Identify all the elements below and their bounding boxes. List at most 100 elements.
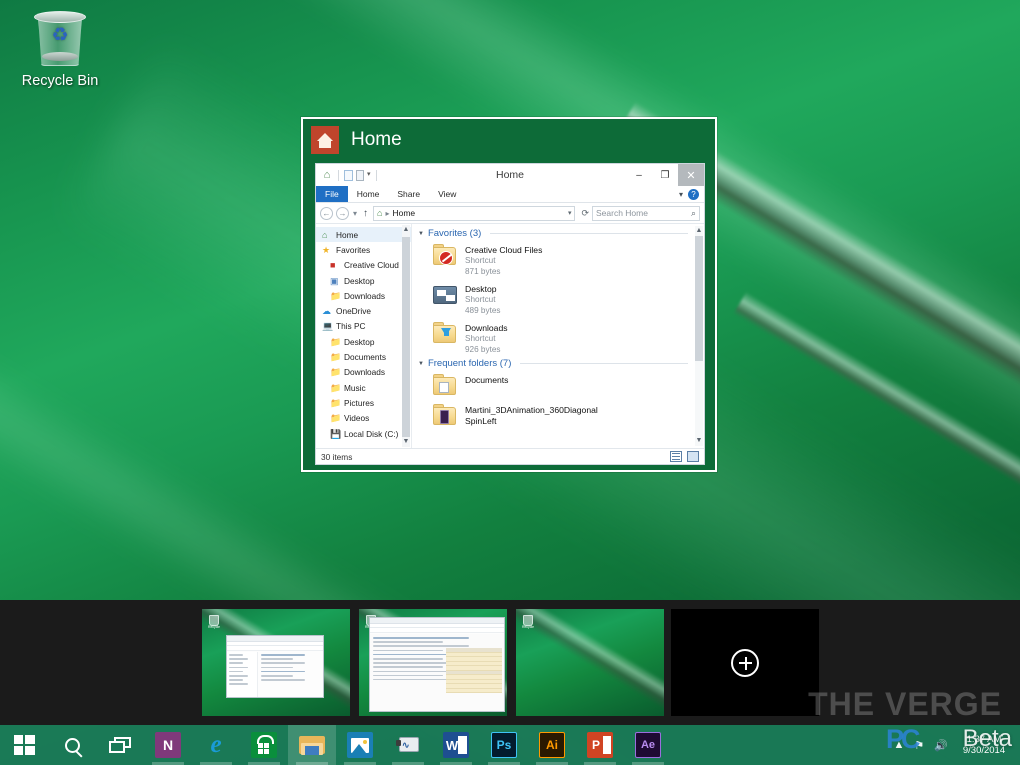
refresh-icon[interactable]: ⟳	[578, 208, 589, 219]
home-icon[interactable]: ⌂	[321, 169, 333, 181]
address-bar[interactable]: ← → ▾ ↑ ⌂ ▸ Home ▾ ⟳ Search Home ⌕	[316, 203, 704, 223]
ribbon-tabs[interactable]: File Home Share View ▾ ?	[316, 186, 704, 203]
caret-down-icon[interactable]: ▼	[402, 437, 410, 447]
nav-item-home[interactable]: ⌂ Home	[316, 227, 411, 242]
caret-up-icon[interactable]: ▲	[402, 225, 410, 235]
properties-icon[interactable]	[356, 170, 364, 181]
address-path-box[interactable]: ⌂ ▸ Home ▾	[373, 206, 575, 221]
list-item[interactable]: Creative Cloud Files Shortcut 871 bytes	[418, 241, 704, 280]
nav-item-downloads-fav[interactable]: 📁 Downloads	[316, 288, 411, 303]
start-button[interactable]	[0, 725, 48, 765]
scrollbar-thumb[interactable]	[402, 237, 410, 437]
new-folder-icon[interactable]	[344, 170, 353, 181]
desktop-folder-icon: 📁	[330, 337, 340, 347]
chevron-up-icon[interactable]: ▲	[894, 739, 905, 751]
virtual-desktop-2[interactable]: Recycle	[359, 609, 507, 716]
virtual-desktop-strip[interactable]: Recycle Recyc	[0, 600, 1020, 725]
file-list-pane[interactable]: ▼ Favorites (3) Creative Cloud Files Sho…	[412, 224, 704, 448]
list-item[interactable]: Martini_3DAnimation_360Diagonal SpinLeft	[418, 401, 704, 431]
view-switch-group[interactable]	[670, 451, 699, 462]
large-icons-view-icon[interactable]	[687, 451, 699, 462]
nav-item-local-disk[interactable]: 💾 Local Disk (C:)	[316, 426, 411, 441]
clock[interactable]: 1:37 AM 9/30/2014	[958, 734, 1014, 756]
search-input[interactable]: Search Home ⌕	[592, 206, 700, 221]
nav-item-documents[interactable]: 📁 Documents	[316, 349, 411, 364]
file-name-line2: SpinLeft	[465, 416, 598, 427]
app-letter: N	[163, 737, 173, 753]
network-flag-icon[interactable]: ⚑	[914, 739, 924, 752]
up-arrow-icon[interactable]: ↑	[361, 208, 370, 219]
minimize-button[interactable]: –	[626, 164, 652, 186]
nav-item-downloads[interactable]: 📁 Downloads	[316, 365, 411, 380]
file-name: Desktop	[465, 284, 501, 295]
list-item[interactable]: Downloads Shortcut 926 bytes	[418, 319, 704, 358]
nav-item-music[interactable]: 📁 Music	[316, 380, 411, 395]
caret-up-icon[interactable]: ▲	[695, 226, 703, 236]
forward-arrow-icon[interactable]: →	[336, 207, 349, 220]
add-virtual-desktop-button[interactable]	[671, 609, 819, 716]
triangle-down-icon[interactable]: ▼	[418, 361, 424, 367]
scrollbar-thumb[interactable]	[695, 236, 703, 361]
nav-item-videos[interactable]: 📁 Videos	[316, 411, 411, 426]
taskbar-app-powerpoint[interactable]: P	[576, 725, 624, 765]
group-header-favorites[interactable]: ▼ Favorites (3)	[418, 228, 704, 239]
tab-share[interactable]: Share	[388, 186, 429, 202]
taskbar-app-store[interactable]	[240, 725, 288, 765]
back-arrow-icon[interactable]: ←	[320, 207, 333, 220]
virtual-desktop-3[interactable]: Recycle	[516, 609, 664, 716]
file-list-scrollbar[interactable]: ▲ ▼	[695, 226, 703, 446]
taskbar-app-onenote[interactable]: N	[144, 725, 192, 765]
tab-view[interactable]: View	[429, 186, 465, 202]
taskbar-app-word[interactable]: W	[432, 725, 480, 765]
nav-item-desktop-fav[interactable]: ▣ Desktop	[316, 273, 411, 288]
file-explorer-window[interactable]: ⌂ ▾ Home – ❐ ✕ File Home Share Vie	[315, 163, 705, 465]
chevron-down-icon[interactable]: ▾	[679, 190, 683, 199]
nav-item-creative-cloud[interactable]: ■ Creative Cloud	[316, 258, 411, 273]
add-desktop-surface[interactable]	[671, 609, 819, 716]
close-button[interactable]: ✕	[678, 164, 704, 186]
recycle-bin-icon[interactable]: ♻ Recycle Bin	[14, 8, 106, 89]
nav-item-this-pc[interactable]: 💻 This PC	[316, 319, 411, 334]
task-view-focused-card[interactable]: Home ⌂ ▾ Home – ❐ ✕	[301, 117, 717, 472]
desktop[interactable]: ♻ Recycle Bin Home ⌂ ▾	[0, 0, 1020, 765]
taskbar-app-internet-explorer[interactable]: e	[192, 725, 240, 765]
recent-caret-icon[interactable]: ▾	[352, 209, 358, 218]
taskbar-app-after-effects[interactable]: Ae	[624, 725, 672, 765]
nav-item-pictures[interactable]: 📁 Pictures	[316, 395, 411, 410]
plus-circle-icon[interactable]	[731, 649, 759, 677]
taskbar-app-photoshop[interactable]: Ps	[480, 725, 528, 765]
triangle-down-icon[interactable]: ▼	[418, 231, 424, 237]
nav-label: Pictures	[344, 398, 374, 408]
taskbar-app-photos[interactable]	[336, 725, 384, 765]
breadcrumb[interactable]: Home	[392, 208, 415, 218]
system-tray[interactable]: ▲ ⚑ 🔊 1:37 AM 9/30/2014 PC Beta	[894, 725, 1020, 765]
taskbar[interactable]: N e ∿	[0, 725, 1020, 765]
search-button[interactable]	[48, 725, 96, 765]
tab-file[interactable]: File	[316, 186, 348, 202]
group-header-frequent-folders[interactable]: ▼ Frequent folders (7)	[418, 358, 704, 369]
list-item[interactable]: Desktop Shortcut 489 bytes	[418, 280, 704, 319]
maximize-button[interactable]: ❐	[652, 164, 678, 186]
nav-item-onedrive[interactable]: ☁ OneDrive	[316, 303, 411, 318]
nav-item-desktop[interactable]: 📁 Desktop	[316, 334, 411, 349]
help-icon[interactable]: ?	[688, 189, 699, 200]
taskbar-app-media-player[interactable]: ∿	[384, 725, 432, 765]
nav-pane-scrollbar[interactable]: ▲ ▼	[402, 225, 410, 447]
nav-item-favorites[interactable]: ★ Favorites	[316, 242, 411, 257]
caret-down-icon[interactable]: ▼	[695, 436, 703, 446]
virtual-desktop-1[interactable]: Recycle	[202, 609, 350, 716]
customize-caret-icon[interactable]: ▾	[367, 169, 371, 181]
volume-icon[interactable]: 🔊	[934, 739, 948, 752]
details-view-icon[interactable]	[670, 451, 682, 462]
chevron-down-icon[interactable]: ▾	[568, 209, 572, 217]
quick-access-toolbar[interactable]: ⌂ ▾	[316, 169, 379, 181]
explorer-title-bar[interactable]: ⌂ ▾ Home – ❐ ✕	[316, 164, 704, 186]
task-view-button[interactable]	[96, 725, 144, 765]
window-controls[interactable]: – ❐ ✕	[626, 164, 704, 186]
navigation-pane[interactable]: ⌂ Home ★ Favorites ■ Creative Cloud ▣ De…	[316, 224, 412, 448]
tab-home[interactable]: Home	[348, 186, 389, 202]
taskbar-app-illustrator[interactable]: Ai	[528, 725, 576, 765]
nav-label: Creative Cloud	[344, 260, 399, 270]
taskbar-app-file-explorer[interactable]	[288, 725, 336, 765]
list-item[interactable]: Documents	[418, 371, 704, 401]
